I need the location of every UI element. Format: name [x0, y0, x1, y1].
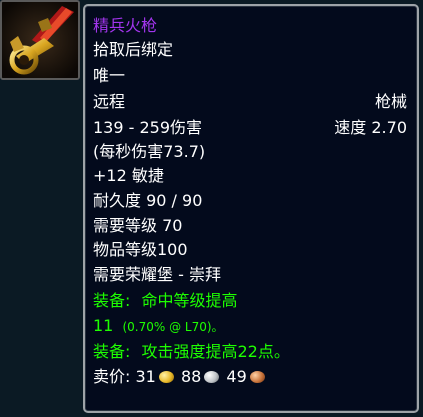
- equip-label: 装备:: [93, 291, 131, 310]
- gold-coin-icon: [158, 371, 174, 383]
- equip-hit-rating: 装备: 命中等级提高: [93, 290, 407, 312]
- sell-price-row: 卖价: 31 88 49: [93, 366, 407, 388]
- silver-coin-icon: [204, 371, 220, 383]
- durability-text: 耐久度 90 / 90: [93, 191, 203, 210]
- damage-text: 139 - 259伤害: [93, 118, 203, 137]
- weapon-type-text: 枪械: [374, 92, 407, 111]
- equip-hit-value-row: 11 (0.70% @ L70)。: [93, 315, 407, 338]
- item-level-text: 物品等级100: [93, 240, 188, 259]
- slot-row: 远程 枪械: [93, 91, 407, 113]
- stat-text: +12 敏捷: [93, 166, 164, 185]
- equip-hit-text: 命中等级提高: [141, 291, 238, 310]
- damage-row: 139 - 259伤害 速度 2.70: [93, 117, 407, 139]
- copper-coin-icon: [249, 371, 265, 383]
- item-name: 精兵火枪: [93, 16, 158, 35]
- item-icon-frame[interactable]: [0, 0, 80, 80]
- bind-text: 拾取后绑定: [93, 40, 174, 59]
- equip-label: 装备:: [93, 342, 131, 361]
- sell-label: 卖价:: [93, 367, 131, 386]
- reputation-text: 需要荣耀堡 - 崇拜: [93, 265, 221, 284]
- dps-text: (每秒伤害73.7): [93, 142, 206, 161]
- equip-attack-text: 攻击强度提高22点。: [141, 342, 290, 361]
- sell-gold-value: 31: [135, 367, 156, 386]
- speed-text: 速度 2.70: [334, 118, 407, 137]
- unique-text: 唯一: [93, 66, 126, 85]
- equip-hit-detail: (0.70% @ L70)。: [122, 320, 224, 334]
- required-level-text: 需要等级 70: [93, 216, 183, 235]
- equip-attack-power: 装备: 攻击强度提高22点。: [93, 341, 407, 363]
- sell-silver-value: 88: [180, 367, 202, 386]
- rifle-icon: [2, 2, 78, 78]
- slot-text: 远程: [93, 92, 126, 111]
- sell-copper-value: 49: [226, 367, 247, 386]
- equip-hit-value: 11: [93, 316, 114, 335]
- item-tooltip: 精兵火枪 拾取后绑定 唯一 远程 枪械 139 - 259伤害 速度 2.70 …: [83, 4, 419, 413]
